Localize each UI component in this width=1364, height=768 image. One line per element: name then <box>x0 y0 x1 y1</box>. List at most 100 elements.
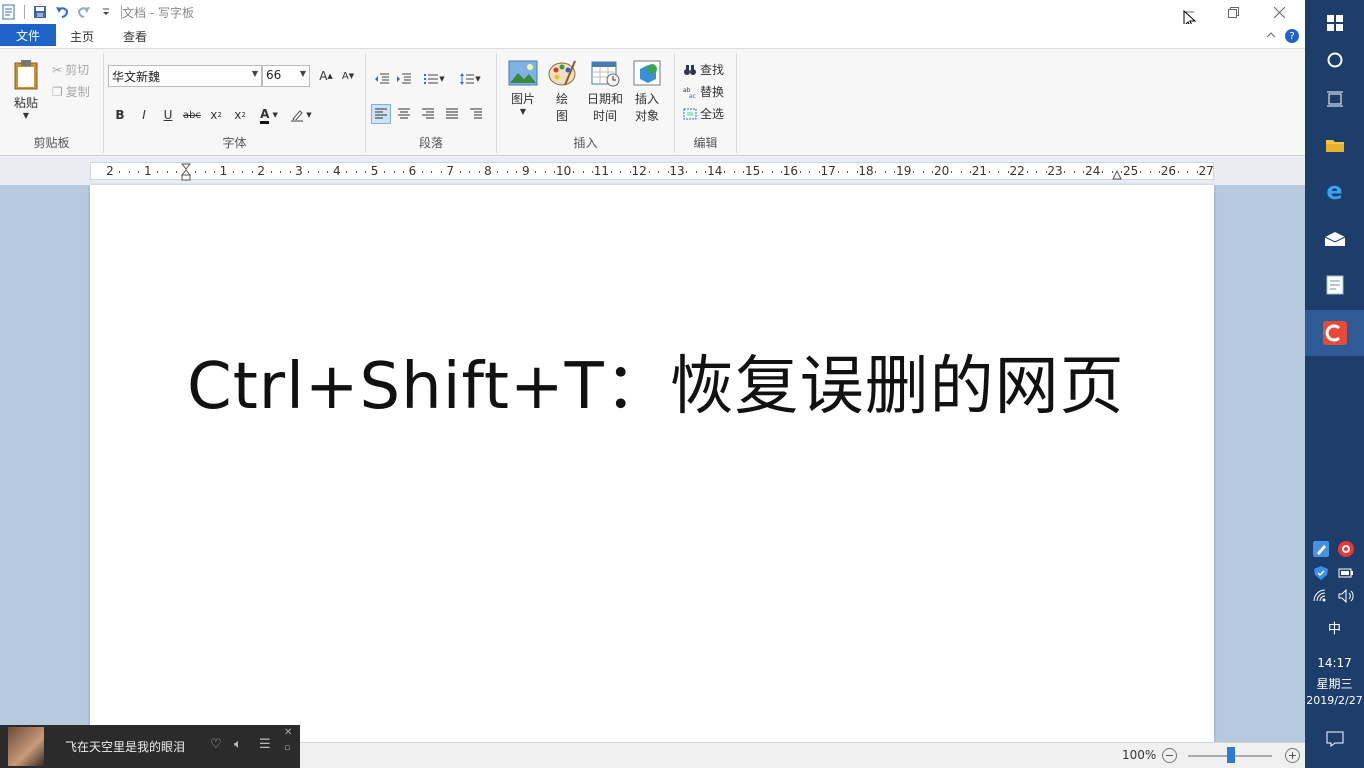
ribbon-tabs: 文件 主页 查看 ? <box>0 24 1305 48</box>
playlist-icon[interactable]: ☰ <box>259 737 271 752</box>
tab-home[interactable]: 主页 <box>70 28 94 45</box>
italic-icon[interactable]: I <box>134 105 154 125</box>
align-left-icon[interactable] <box>371 104 391 124</box>
picture-icon <box>508 60 538 86</box>
zoom-slider-thumb[interactable] <box>1227 747 1235 763</box>
wordpad-app-icon[interactable] <box>0 3 18 21</box>
document-text[interactable]: Ctrl+Shift+T：恢复误删的网页 <box>187 335 1125 427</box>
font-family-select[interactable]: 华文新魏 ▼ <box>108 65 262 87</box>
paste-button[interactable]: 粘贴 ▼ <box>8 59 44 120</box>
strikethrough-icon[interactable]: abc <box>182 105 202 125</box>
shrink-font-icon[interactable]: A ▼ <box>338 66 358 86</box>
notification-center-icon[interactable] <box>1326 731 1344 747</box>
insert-object-button[interactable]: 插入 对象 <box>629 59 665 124</box>
replace-button[interactable]: ab ac 替换 <box>683 83 724 100</box>
tab-file[interactable]: 文件 <box>0 24 56 46</box>
paste-dropdown-icon[interactable]: ▼ <box>8 111 44 120</box>
line-spacing-icon[interactable]: ▼ <box>456 69 484 89</box>
mail-button[interactable] <box>1305 216 1364 262</box>
datetime-label-2: 时间 <box>592 109 617 123</box>
font-size-select[interactable]: 66 ▼ <box>262 65 310 87</box>
highlight-icon[interactable]: ▼ <box>288 105 314 125</box>
document-page[interactable]: Ctrl+Shift+T：恢复误删的网页 <box>90 185 1214 745</box>
speaker-icon[interactable] <box>1338 589 1356 603</box>
find-label: 查找 <box>700 63 725 77</box>
redo-icon[interactable] <box>75 3 93 21</box>
replace-icon: abac <box>683 87 696 98</box>
ruler-tick-mark <box>695 171 697 173</box>
align-center-icon[interactable] <box>394 104 414 124</box>
battery-icon[interactable] <box>1338 566 1354 580</box>
grow-font-icon[interactable]: A ▲ <box>316 66 336 86</box>
taskbar-weekday[interactable]: 星期三 <box>1305 675 1364 692</box>
edge-browser-button[interactable]: e <box>1305 168 1364 214</box>
ruler-tick-label: 9 <box>521 164 530 178</box>
red-app-button[interactable] <box>1305 310 1364 356</box>
taskbar-time[interactable]: 14:17 <box>1305 656 1364 670</box>
ruler-tick-mark <box>724 171 726 173</box>
picture-dropdown-icon[interactable]: ▼ <box>505 107 541 116</box>
select-all-button[interactable]: 全选 <box>683 105 724 122</box>
close-button[interactable] <box>1256 0 1302 24</box>
bullet-list-icon[interactable]: ▼ <box>420 69 448 89</box>
ruler-tick-mark <box>128 171 130 173</box>
find-button[interactable]: 查找 <box>683 61 724 78</box>
save-icon[interactable] <box>31 3 49 21</box>
align-right-icon[interactable] <box>418 104 438 124</box>
help-icon[interactable]: ? <box>1285 29 1299 43</box>
album-cover[interactable] <box>8 727 44 766</box>
paint-drawing-button[interactable]: 绘 图 <box>545 59 579 124</box>
windows-taskbar: e 中 14:17 星期三 2019/2/27 <box>1305 0 1364 768</box>
select-all-icon <box>683 108 697 119</box>
underline-icon[interactable]: U <box>158 105 178 125</box>
undo-icon[interactable] <box>53 3 71 21</box>
volume-icon[interactable]: 🔈︎ <box>234 737 242 752</box>
cut-label: 剪切 <box>65 63 90 77</box>
ruler-tick-mark <box>610 171 612 173</box>
wordpad-taskbar-button[interactable] <box>1305 262 1364 308</box>
decrease-indent-icon[interactable] <box>372 69 392 89</box>
customize-toolbar-chevron-icon[interactable] <box>97 3 115 21</box>
tray-pen-icon[interactable] <box>1313 541 1329 557</box>
heart-icon[interactable]: ♡ <box>210 737 222 752</box>
cut-button[interactable]: ✂ 剪切 <box>52 61 89 78</box>
ruler-tick-mark <box>1064 171 1066 173</box>
minimize-ribbon-chevron-icon[interactable] <box>1266 32 1276 38</box>
ruler-tick-mark <box>176 171 178 173</box>
netease-music-icon[interactable] <box>1338 541 1354 557</box>
ruler-tick-label: 8 <box>484 164 492 178</box>
ruler-tick-mark <box>875 171 877 173</box>
taskbar-date[interactable]: 2019/2/27 <box>1305 694 1364 707</box>
ruler-tick-label: 1 <box>143 164 152 178</box>
task-view-button[interactable] <box>1305 76 1364 122</box>
close-icon[interactable]: ✕ <box>284 727 292 738</box>
object-icon <box>633 60 661 86</box>
bold-icon[interactable]: B <box>110 105 130 125</box>
justify-icon[interactable] <box>442 104 462 124</box>
restore-button[interactable] <box>1210 0 1256 24</box>
datetime-label-1: 日期和 <box>586 92 623 106</box>
paragraph-group: ▼ ▼ 段落 <box>366 53 497 153</box>
red-c-app-icon <box>1322 321 1347 345</box>
ime-indicator[interactable]: 中 <box>1305 618 1364 637</box>
quick-access-toolbar <box>0 3 124 21</box>
mini-mode-icon[interactable]: ▫ <box>284 743 290 753</box>
zoom-in-icon[interactable]: + <box>1285 748 1300 763</box>
copy-button[interactable]: ❐ 复制 <box>52 83 90 100</box>
music-player-widget: 飞在天空里是我的眼泪 ♡ 🔈︎ ☰ ✕ ▫ <box>0 725 300 768</box>
wifi-icon[interactable] <box>1313 589 1329 603</box>
security-shield-icon[interactable] <box>1313 565 1329 581</box>
file-explorer-button[interactable] <box>1305 122 1364 168</box>
indent-marker-icon[interactable] <box>181 163 191 181</box>
datetime-button[interactable]: 日期和 时间 <box>583 59 627 124</box>
insert-picture-button[interactable]: 图片 ▼ <box>505 59 541 116</box>
ruler[interactable]: 2 1 1 2 3 4 5 6 7 8 9 10 11 12 13 14 15 16 17 18 19 20 21 22 23 2… <box>90 162 1214 181</box>
paragraph-settings-icon[interactable] <box>466 104 486 124</box>
increase-indent-icon[interactable] <box>394 69 414 89</box>
font-color-icon[interactable]: A ▼ <box>256 105 282 125</box>
tab-view[interactable]: 查看 <box>123 28 147 45</box>
subscript-icon[interactable]: x2 <box>206 105 226 125</box>
superscript-icon[interactable]: x2 <box>230 105 250 125</box>
zoom-out-icon[interactable]: − <box>1162 748 1177 763</box>
object-label-1: 插入 <box>634 92 659 106</box>
